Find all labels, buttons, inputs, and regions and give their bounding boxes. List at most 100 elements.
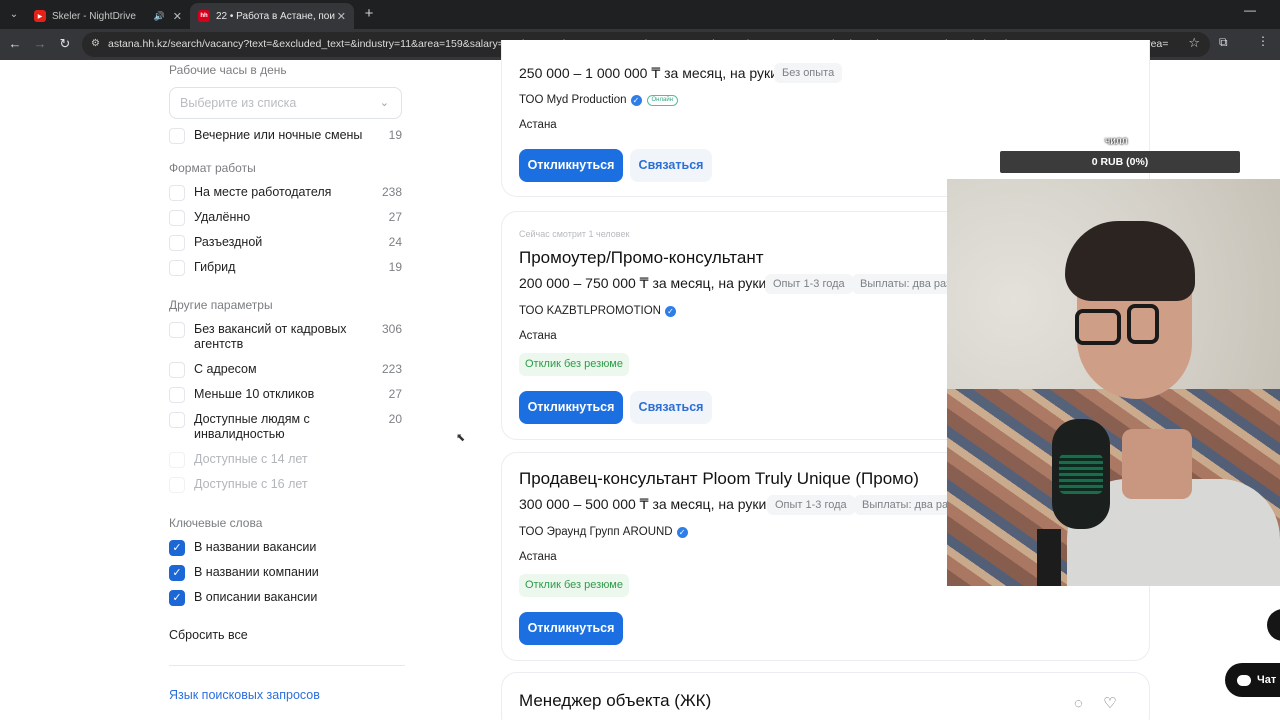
vacancy-city: Астана — [519, 551, 557, 563]
vacancy-city: Астана — [519, 119, 557, 131]
forward-button[interactable]: → — [30, 34, 50, 54]
donation-goal-bar: 0 RUB (0%) — [1000, 151, 1240, 173]
checkbox[interactable] — [169, 362, 185, 378]
hide-vacancy-icon[interactable]: ◌ — [1074, 695, 1083, 712]
back-button[interactable]: ← — [5, 34, 25, 54]
vacancy-salary: 250 000 – 1 000 000 ₸ за месяц, на руки — [519, 65, 779, 81]
checkbox[interactable] — [169, 235, 185, 251]
vacancy-company[interactable]: ТОО Эраунд Групп AROUND ✓ — [519, 526, 688, 538]
checkbox[interactable] — [169, 260, 185, 276]
filter-option-label: Доступные с 16 лет — [194, 477, 308, 491]
checkbox[interactable] — [169, 185, 185, 201]
filter-option-label: С адресом — [194, 362, 257, 376]
work-hours-select[interactable]: Выберите из списка ⌄ — [169, 87, 402, 119]
filter-option-count: 27 — [388, 210, 402, 224]
vacancy-company[interactable]: ТОО KAZBTLPROMOTION ✓ — [519, 305, 676, 317]
filter-option-label: Гибрид — [194, 260, 236, 274]
chat-button[interactable]: Чат — [1225, 663, 1280, 697]
close-tab-icon[interactable]: ✕ — [173, 10, 182, 23]
checkbox — [169, 477, 185, 493]
filter-option-count: 27 — [388, 387, 402, 401]
online-badge: Онлайн — [646, 94, 678, 106]
vacancy-salary: 200 000 – 750 000 ₸ за месяц, на руки — [519, 275, 767, 291]
reload-button[interactable]: ↻ — [55, 34, 75, 54]
browser-tab-music[interactable]: ▶ Skeler - NightDrive 🔊 ✕ — [26, 3, 190, 29]
more-menu-icon[interactable]: ⋮ — [1257, 34, 1269, 48]
tab-title: 22 • Работа в Астане, поиск п... — [216, 10, 335, 22]
webcam-glasses-lens — [1127, 304, 1159, 344]
filter-option-label: Доступные с 14 лет — [194, 452, 308, 466]
search-language-link[interactable]: Язык поисковых запросов — [169, 688, 320, 702]
new-tab-button[interactable]: + — [360, 5, 378, 23]
filter-option-count: 223 — [381, 362, 402, 376]
verified-icon: ✓ — [676, 526, 688, 538]
filter-option-label: В названии компании — [194, 565, 319, 579]
reset-filters-button[interactable]: Сбросить все — [169, 628, 248, 642]
browser-tab-bar: ⌄ ▶ Skeler - NightDrive 🔊 ✕ hh 22 • Рабо… — [0, 0, 1280, 29]
checkbox[interactable] — [169, 210, 185, 226]
filter-option-label: Доступные людям с инвалидностью — [194, 412, 310, 441]
filter-option-label: На месте работодателя — [194, 185, 332, 199]
checkbox[interactable] — [169, 128, 185, 144]
minimize-window-button[interactable]: — — [1242, 3, 1258, 23]
company-name[interactable]: ТОО Myd Production — [519, 94, 627, 106]
checkbox-checked[interactable]: ✓ — [169, 565, 185, 581]
company-name[interactable]: ТОО KAZBTLPROMOTION — [519, 305, 661, 317]
webcam-overlay — [947, 179, 1280, 586]
close-tab-icon[interactable]: ✕ — [337, 10, 346, 23]
apply-button[interactable]: Откликнуться — [519, 391, 623, 424]
chat-bubble-icon — [1237, 674, 1251, 686]
apply-button[interactable]: Откликнуться — [519, 612, 623, 645]
bookmark-star-icon[interactable]: ☆ — [1188, 35, 1200, 51]
filter-option-label: Без вакансий от кадровых агентств — [194, 322, 347, 351]
filter-option-count: 19 — [388, 260, 402, 274]
filter-option-label: Разъездной — [194, 235, 263, 249]
vacancy-title[interactable]: Продавец-консультант Ploom Truly Unique … — [519, 469, 919, 489]
no-resume-badge: Отклик без резюме — [519, 353, 629, 376]
youtube-icon: ▶ — [34, 10, 46, 22]
extensions-icon[interactable]: ⧉ — [1219, 35, 1228, 50]
webcam-microphone-grille — [1059, 454, 1103, 494]
filter-option-label: Удалённо — [194, 210, 251, 224]
filter-option-label: Вечерние или ночные смены — [194, 128, 363, 142]
audio-playing-icon[interactable]: 🔊 — [154, 11, 165, 22]
checkbox-checked[interactable]: ✓ — [169, 590, 185, 606]
select-placeholder: Выберите из списка — [180, 96, 297, 110]
vacancy-title[interactable]: Промоутер/Промо-консультант — [519, 248, 764, 268]
filter-option-count: 20 — [388, 412, 402, 426]
tab-search-icon[interactable]: ⌄ — [4, 5, 24, 25]
experience-tag: Опыт 1-3 года — [767, 495, 855, 515]
vacancy-company[interactable]: ТОО Myd Production ✓ Онлайн — [519, 94, 678, 106]
webcam-mic-arm — [1037, 529, 1061, 586]
webcam-person-neck — [1122, 429, 1192, 499]
experience-tag: Опыт 1-3 года — [765, 274, 853, 294]
verified-icon: ✓ — [664, 305, 676, 317]
checkbox[interactable] — [169, 387, 185, 403]
viewers-note: Сейчас смотрит 1 человек — [519, 229, 630, 239]
site-info-icon[interactable]: ⚙ — [91, 38, 103, 50]
chat-label: Чат — [1257, 674, 1277, 686]
company-name[interactable]: ТОО Эраунд Групп AROUND — [519, 526, 673, 538]
apply-button[interactable]: Откликнуться — [519, 149, 623, 182]
no-resume-badge: Отклик без резюме — [519, 574, 629, 597]
checkbox[interactable] — [169, 412, 185, 428]
vacancy-title[interactable]: Менеджер объекта (ЖК) — [519, 691, 711, 711]
vacancy-city: Астана — [519, 330, 557, 342]
contact-button[interactable]: Связаться — [630, 391, 712, 424]
filter-option-count: 238 — [381, 185, 402, 199]
contact-button[interactable]: Связаться — [630, 149, 712, 182]
chevron-down-icon: ⌄ — [379, 97, 389, 109]
checkbox-checked[interactable]: ✓ — [169, 540, 185, 556]
vacancy-card: Менеджер объекта (ЖК) ◌ ♡ — [501, 672, 1150, 720]
favorite-heart-icon[interactable]: ♡ — [1103, 695, 1116, 712]
filter-option-count: 24 — [388, 235, 402, 249]
filter-option-label: В описании вакансии — [194, 590, 318, 604]
checkbox[interactable] — [169, 322, 185, 338]
verified-icon: ✓ — [630, 94, 642, 106]
divider — [169, 665, 405, 666]
filter-option-label: Меньше 10 откликов — [194, 387, 315, 401]
browser-tab-hh[interactable]: hh 22 • Работа в Астане, поиск п... ✕ — [190, 3, 354, 29]
filter-heading-work-format: Формат работы — [169, 161, 256, 175]
experience-tag: Без опыта — [774, 63, 843, 83]
scroll-up-button[interactable] — [1267, 609, 1280, 641]
